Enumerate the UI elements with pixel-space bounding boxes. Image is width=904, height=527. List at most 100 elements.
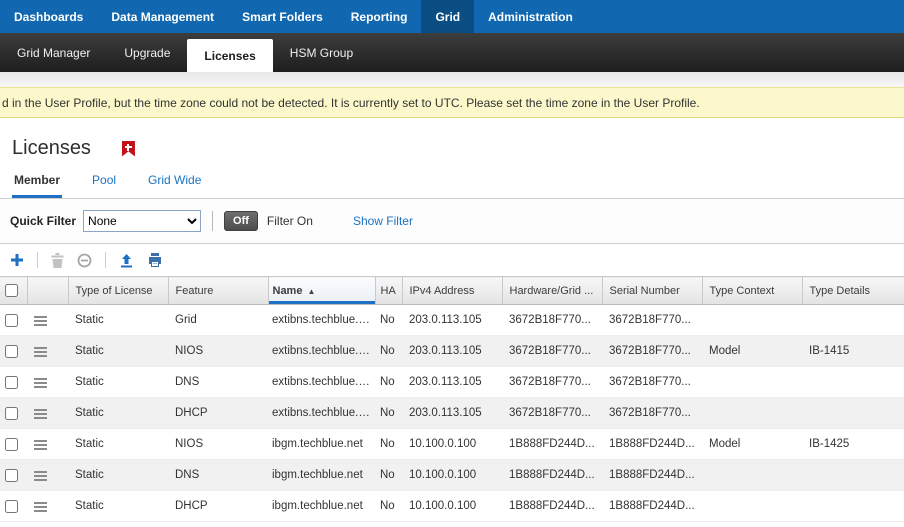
show-filter-link[interactable]: Show Filter [353, 214, 413, 228]
row-checkbox[interactable] [5, 376, 18, 389]
cell-type-context: Model [702, 336, 802, 367]
table-toolbar [0, 244, 904, 276]
tab-pool[interactable]: Pool [90, 173, 118, 198]
row-checkbox[interactable] [5, 407, 18, 420]
cell-feature: DNS [168, 460, 268, 491]
row-select-cell [0, 336, 27, 367]
column-ipv4-address[interactable]: IPv4 Address [402, 277, 502, 305]
cell-serial-number: 1B888FD244D... [602, 460, 702, 491]
add-button[interactable] [10, 253, 24, 267]
tab-member[interactable]: Member [12, 173, 62, 198]
column-hardware-grid[interactable]: Hardware/Grid ... [502, 277, 602, 305]
table-row[interactable]: Static DHCP ibgm.techblue.net No 10.100.… [0, 491, 904, 522]
cell-ipv4-address: 203.0.113.105 [402, 305, 502, 336]
cell-serial-number: 1B888FD244D... [602, 429, 702, 460]
delete-button[interactable] [51, 253, 64, 268]
row-checkbox[interactable] [5, 500, 18, 513]
row-menu-icon[interactable] [34, 347, 47, 349]
row-checkbox[interactable] [5, 469, 18, 482]
print-button[interactable] [147, 253, 163, 268]
row-checkbox[interactable] [5, 438, 18, 451]
quick-filter-select[interactable]: None [83, 210, 201, 232]
timezone-warning-banner: d in the User Profile, but the time zone… [0, 87, 904, 118]
cell-serial-number: 1B888FD244D... [602, 491, 702, 522]
row-menu-icon[interactable] [34, 440, 47, 442]
column-type-context[interactable]: Type Context [702, 277, 802, 305]
sub-nav-item-licenses[interactable]: Licenses [187, 39, 272, 72]
page-title: Licenses [12, 137, 91, 160]
select-all-checkbox[interactable] [5, 284, 18, 297]
cell-feature: DHCP [168, 491, 268, 522]
top-nav-item-smart-folders[interactable]: Smart Folders [228, 0, 337, 33]
cell-name: ibgm.techblue.net [268, 429, 375, 460]
sort-ascending-icon: ▲ [307, 287, 315, 296]
column-serial-number[interactable]: Serial Number [602, 277, 702, 305]
row-menu-icon[interactable] [34, 316, 47, 318]
row-select-cell [0, 367, 27, 398]
column-name-label: Name [273, 285, 303, 297]
top-nav-item-dashboards[interactable]: Dashboards [0, 0, 97, 33]
row-menu-cell [27, 305, 68, 336]
filter-off-toggle[interactable]: Off [224, 211, 258, 231]
column-type-details[interactable]: Type Details [802, 277, 904, 305]
header-strip [0, 72, 904, 87]
red-bookmark-icon[interactable] [122, 141, 135, 157]
row-select-cell [0, 429, 27, 460]
table-header-row: Type of License Feature Name ▲ HA IPv4 Ad… [0, 277, 904, 305]
export-button[interactable] [119, 253, 134, 268]
cell-hardware-grid: 1B888FD244D... [502, 491, 602, 522]
top-nav-item-data-management[interactable]: Data Management [97, 0, 228, 33]
select-all-cell [0, 277, 27, 305]
table-row[interactable]: Static NIOS ibgm.techblue.net No 10.100.… [0, 429, 904, 460]
top-nav-item-reporting[interactable]: Reporting [337, 0, 422, 33]
table-row[interactable]: Static Grid extibns.techblue.net No 203.… [0, 305, 904, 336]
toolbar-separator [37, 252, 38, 268]
top-nav: Dashboards Data Management Smart Folders… [0, 0, 904, 33]
cell-ipv4-address: 10.100.0.100 [402, 491, 502, 522]
top-nav-item-grid[interactable]: Grid [421, 0, 474, 33]
row-checkbox[interactable] [5, 314, 18, 327]
table-row[interactable]: Static NIOS extibns.techblue.net No 203.… [0, 336, 904, 367]
row-select-cell [0, 305, 27, 336]
sub-nav-item-hsm-group[interactable]: HSM Group [273, 33, 370, 72]
cell-ha: No [375, 336, 402, 367]
cell-type-context: Model [702, 429, 802, 460]
cell-serial-number: 3672B18F770... [602, 305, 702, 336]
cell-name: ibgm.techblue.net [268, 491, 375, 522]
row-menu-cell [27, 367, 68, 398]
licenses-table: Type of License Feature Name ▲ HA IPv4 Ad… [0, 276, 904, 522]
top-nav-item-administration[interactable]: Administration [474, 0, 587, 33]
row-checkbox[interactable] [5, 345, 18, 358]
table-row[interactable]: Static DHCP extibns.techblue.net No 203.… [0, 398, 904, 429]
tab-grid-wide[interactable]: Grid Wide [146, 173, 203, 198]
column-feature[interactable]: Feature [168, 277, 268, 305]
cell-type-of-license: Static [68, 429, 168, 460]
row-menu-icon[interactable] [34, 502, 47, 504]
row-menu-icon[interactable] [34, 409, 47, 411]
row-menu-icon[interactable] [34, 378, 47, 380]
row-menu-icon[interactable] [34, 471, 47, 473]
cell-name: extibns.techblue.net [268, 305, 375, 336]
column-ha[interactable]: HA [375, 277, 402, 305]
cell-type-details [802, 398, 904, 429]
quick-filter-label: Quick Filter [10, 214, 76, 228]
column-type-of-license[interactable]: Type of License [68, 277, 168, 305]
table-row[interactable]: Static DNS extibns.techblue.net No 203.0… [0, 367, 904, 398]
sub-nav-item-grid-manager[interactable]: Grid Manager [0, 33, 107, 72]
cell-serial-number: 3672B18F770... [602, 367, 702, 398]
column-name[interactable]: Name ▲ [268, 277, 375, 305]
cell-ha: No [375, 460, 402, 491]
cell-ha: No [375, 367, 402, 398]
disable-button[interactable] [77, 253, 92, 268]
view-tabs: Member Pool Grid Wide [0, 160, 904, 199]
cell-type-details [802, 491, 904, 522]
cell-ha: No [375, 491, 402, 522]
table-row[interactable]: Static DNS ibgm.techblue.net No 10.100.0… [0, 460, 904, 491]
cell-ipv4-address: 10.100.0.100 [402, 460, 502, 491]
cell-ipv4-address: 10.100.0.100 [402, 429, 502, 460]
quick-filter-bar: Quick Filter None Off Filter On Show Fil… [0, 199, 904, 244]
sub-nav-item-upgrade[interactable]: Upgrade [107, 33, 187, 72]
row-menu-cell [27, 398, 68, 429]
cell-feature: DNS [168, 367, 268, 398]
print-icon [147, 253, 163, 268]
